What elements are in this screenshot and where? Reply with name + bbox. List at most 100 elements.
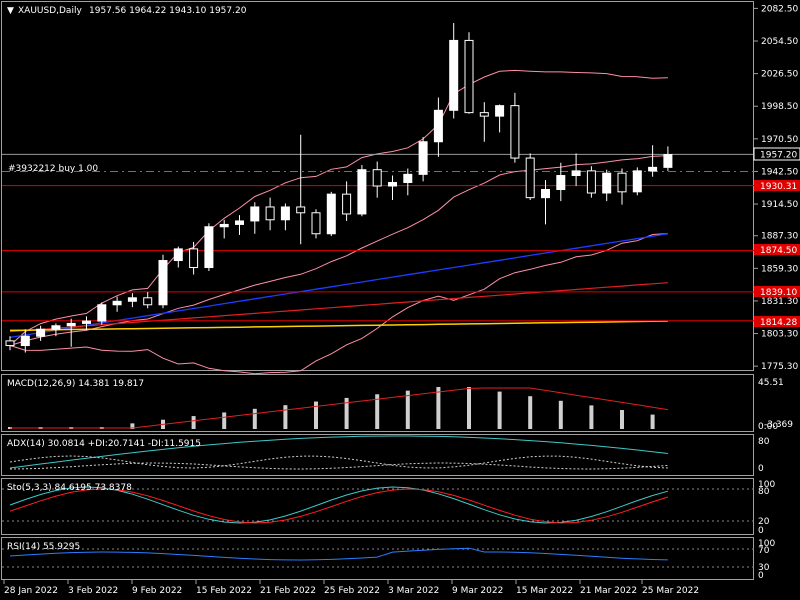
rsi-line: [9, 547, 668, 561]
candle-body: [296, 206, 306, 214]
candle-body: [372, 169, 382, 187]
level-label: 1874.50: [760, 246, 797, 256]
date-tick-label: 9 Mar 2022: [452, 586, 503, 596]
price-tick-label: 2026.50: [761, 70, 798, 80]
date-tick-label: 3 Feb 2022: [68, 586, 118, 596]
ma-red-line: [9, 282, 668, 333]
macd-bar: [191, 416, 196, 429]
candle-body: [235, 220, 244, 225]
candle-body: [556, 175, 566, 190]
symbol-dropdown-arrow-icon[interactable]: ▼: [7, 6, 14, 16]
candle-body: [265, 206, 275, 221]
candle-body: [388, 182, 397, 187]
macd-signal-line: [10, 387, 668, 429]
adx-label: ADX(14) 30.0814 +DI:20.7141 -DI:11.5915: [7, 439, 201, 449]
rsi-tick: 70: [758, 546, 770, 556]
macd-tick: 45.51: [758, 378, 784, 388]
price-tick-label: 2082.50: [761, 4, 798, 14]
ohlc-values: 1957.56 1964.22 1943.10 1957.20: [89, 6, 247, 16]
date-axis: 28 Jan 2022 3 Feb 2022 9 Feb 2022 15 Feb 20…: [3, 580, 699, 596]
candle-body: [51, 325, 61, 330]
candle-body: [97, 304, 107, 322]
adx-tick: 80: [758, 437, 770, 447]
bollinger-lower-line: [9, 233, 668, 375]
adx-di-minus-line: [9, 462, 668, 470]
price-tick-label: 1803.30: [761, 330, 798, 340]
candle-body: [20, 335, 30, 347]
candle-body: [479, 112, 489, 117]
date-tick-label: 21 Feb 2022: [260, 586, 316, 596]
candle-body: [449, 39, 459, 111]
bollinger-upper-line: [9, 69, 668, 346]
price-tick-label: 1775.30: [761, 362, 798, 372]
trading-chart[interactable]: 2082.50 2054.50 2026.50 1998.50 1970.50 1942.…: [0, 0, 800, 600]
price-tick-label: 1970.50: [761, 135, 798, 145]
candle-body: [219, 223, 229, 228]
candle-body: [617, 172, 627, 193]
date-tick-label: 15 Mar 2022: [516, 586, 573, 596]
price-tick-label: 1831.30: [761, 297, 798, 307]
candle-body: [280, 206, 290, 221]
candle-body: [586, 170, 596, 194]
candle-body: [433, 109, 443, 143]
candle-body: [648, 166, 658, 172]
candle-body: [311, 212, 321, 235]
macd-bar: [436, 387, 441, 429]
candle-body: [602, 172, 612, 194]
macd-bar: [528, 396, 533, 429]
date-tick-label: 28 Jan 2022: [4, 586, 58, 596]
macd-label: MACD(12,26,9) 14.381 19.817: [7, 379, 144, 389]
stochastic-label: Sto(5,3,3) 84.6195 73.8378: [7, 483, 132, 493]
ma-yellow-line: [9, 320, 668, 332]
candle-body: [127, 297, 137, 302]
candle-body: [403, 173, 413, 184]
adx-tick: 0: [758, 464, 764, 474]
candle-body: [418, 141, 428, 175]
macd-bar: [558, 400, 563, 429]
candle-body: [510, 105, 520, 159]
candle-body: [342, 193, 352, 215]
macd-bar: [650, 414, 655, 429]
date-tick-label: 25 Mar 2022: [642, 586, 699, 596]
price-tick-label: 1859.30: [761, 264, 798, 274]
order-label[interactable]: #3932212 buy 1.00: [8, 164, 98, 174]
level-label: 1814.28: [760, 318, 797, 328]
rsi-label: RSI(14) 55.9295: [7, 542, 80, 552]
price-tick-label: 2054.50: [761, 37, 798, 47]
macd-bar: [252, 408, 257, 429]
current-price-label: 1957.20: [760, 151, 797, 161]
macd-bar: [497, 391, 502, 429]
adx-di-plus-line: [9, 455, 668, 469]
overlay-indicators: [9, 69, 669, 375]
date-tick-label: 21 Mar 2022: [580, 586, 637, 596]
candle-body: [525, 157, 535, 199]
macd-bar: [620, 410, 624, 429]
candle-body: [464, 39, 474, 114]
date-tick-label: 3 Mar 2022: [388, 586, 439, 596]
rsi-panel[interactable]: [1, 537, 754, 580]
macd-bar: [283, 405, 288, 429]
macd-bar: [222, 412, 227, 429]
stoch-tick: 0: [758, 526, 764, 536]
date-tick-label: 15 Feb 2022: [196, 586, 252, 596]
sub-indicators: [2, 387, 754, 568]
macd-bar: [314, 401, 318, 429]
candle-body: [541, 188, 550, 199]
candle-body: [326, 193, 336, 235]
stochastic-signal-line: [9, 488, 669, 524]
candle-body: [189, 248, 199, 269]
candle-body: [158, 260, 168, 306]
candle-body: [571, 170, 581, 177]
candle-body: [204, 226, 214, 269]
candle-body: [112, 300, 122, 306]
price-tick-label: 1887.30: [761, 232, 798, 242]
rsi-tick: 0: [758, 571, 764, 581]
candle-body: [36, 328, 46, 337]
candle-body: [495, 105, 505, 117]
price-tick-label: 1998.50: [761, 102, 798, 112]
date-tick-label: 9 Feb 2022: [132, 586, 182, 596]
candle-body: [173, 248, 183, 262]
date-tick-label: 25 Feb 2022: [324, 586, 380, 596]
level-label: 1839.10: [760, 288, 797, 298]
level-label: 1930.31: [760, 182, 797, 192]
